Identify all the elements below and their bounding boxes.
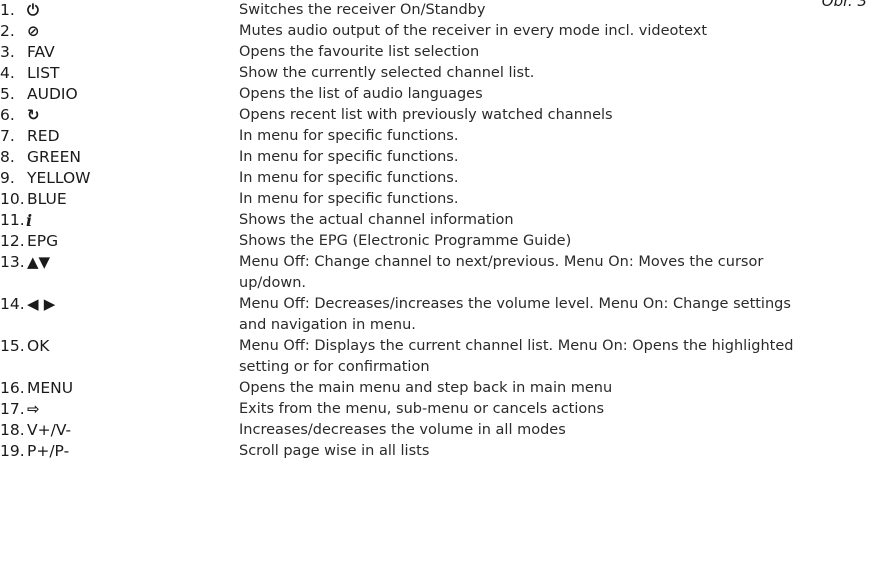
item-number: 4. xyxy=(0,64,15,82)
key-list-item: 9. YELLOW In menu for specific functions. xyxy=(0,168,871,189)
item-number: 10. xyxy=(0,190,25,208)
exit-icon: ⇨ xyxy=(27,400,40,418)
key-description: In menu for specific functions. xyxy=(239,149,459,165)
key-description: Menu Off: Displays the current channel l… xyxy=(239,338,794,375)
key-list-item: 6. ↻ Opens recent list with previously wat… xyxy=(0,105,871,126)
key-label: P+/P- xyxy=(27,442,70,460)
key-description: Show the currently selected channel list… xyxy=(239,65,535,81)
key-description: Opens the favourite list selection xyxy=(239,44,480,60)
item-number: 15. xyxy=(0,337,25,355)
key-label: EPG xyxy=(27,232,59,250)
key-label: MENU xyxy=(27,379,74,397)
key-description: Scroll page wise in all lists xyxy=(239,443,430,459)
key-description: Mutes audio output of the receiver in ev… xyxy=(239,23,708,39)
recall-icon: ↻ xyxy=(27,106,40,124)
key-description: Opens the main menu and step back in mai… xyxy=(239,380,613,396)
key-list-item: 3. FAV Opens the favourite list selection xyxy=(0,42,871,63)
key-description: Menu Off: Decreases/increases the volume… xyxy=(239,296,791,333)
mute-icon: ⊘ xyxy=(27,22,40,40)
key-label: RED xyxy=(27,127,60,145)
key-list-item: 16. MENU Opens the main menu and step back… xyxy=(0,378,871,399)
item-number: 13. xyxy=(0,253,25,271)
key-label: BLUE xyxy=(27,190,67,208)
remote-key-list: 1. ⏻ Switches the receiver On/Standby 2. ⊘ Mu… xyxy=(0,0,871,462)
key-list-item: 10. BLUE In menu for specific functions. xyxy=(0,189,871,210)
item-number: 3. xyxy=(0,43,15,61)
key-label: YELLOW xyxy=(27,169,91,187)
item-number: 11. xyxy=(0,211,25,229)
key-list-item: 7. RED In menu for specific functions. xyxy=(0,126,871,147)
key-list-item: 4. LIST Show the currently selected channe… xyxy=(0,63,871,84)
key-list-item: 19. P+/P- Scroll page wise in all lists xyxy=(0,441,871,462)
key-list-item: 12. EPG Shows the EPG (Electronic Programm… xyxy=(0,231,871,252)
key-list-item: 18. V+/V- Increases/decreases the volume i… xyxy=(0,420,871,441)
key-description: Menu Off: Change channel to next/previou… xyxy=(239,254,764,291)
item-number: 5. xyxy=(0,85,15,103)
item-number: 17. xyxy=(0,400,25,418)
key-description: Shows the EPG (Electronic Programme Guid… xyxy=(239,233,572,249)
key-description: Exits from the menu, sub-menu or cancels… xyxy=(239,401,604,417)
item-number: 1. xyxy=(0,1,15,19)
left-right-arrows-icon: ◀ ▶ xyxy=(27,295,56,313)
up-down-arrows-icon: ▲▼ xyxy=(27,253,51,271)
item-number: 2. xyxy=(0,22,15,40)
key-list-item: 1. ⏻ Switches the receiver On/Standby xyxy=(0,0,871,21)
key-list-item: 14. ◀ ▶ Menu Off: Decreases/increases the … xyxy=(0,294,871,336)
item-number: 19. xyxy=(0,442,25,460)
key-list-item: 8. GREEN In menu for specific functions. xyxy=(0,147,871,168)
key-description: Increases/decreases the volume in all mo… xyxy=(239,422,566,438)
key-label: LIST xyxy=(27,64,60,82)
item-number: 12. xyxy=(0,232,25,250)
item-number: 9. xyxy=(0,169,15,187)
key-list-item: 13. ▲▼ Menu Off: Change channel to next/pr… xyxy=(0,252,871,294)
power-icon: ⏻ xyxy=(27,1,39,19)
key-description: Opens the list of audio languages xyxy=(239,86,483,102)
key-description: Shows the actual channel information xyxy=(239,212,514,228)
key-label: OK xyxy=(27,337,50,355)
item-number: 6. xyxy=(0,106,15,124)
item-number: 14. xyxy=(0,295,25,313)
key-description: In menu for specific functions. xyxy=(239,170,459,186)
key-list-item: 2. ⊘ Mutes audio output of the receiver in… xyxy=(0,21,871,42)
item-number: 8. xyxy=(0,148,15,166)
key-label: AUDIO xyxy=(27,85,78,103)
info-icon: i xyxy=(26,211,33,230)
key-description: In menu for specific functions. xyxy=(239,128,459,144)
key-label: V+/V- xyxy=(27,421,72,439)
key-description: Switches the receiver On/Standby xyxy=(239,2,486,18)
key-description: In menu for specific functions. xyxy=(239,191,459,207)
key-description: Opens recent list with previously watche… xyxy=(239,107,613,123)
key-label: FAV xyxy=(27,43,55,61)
key-list-item: 17. ⇨ Exits from the menu, sub-menu or can… xyxy=(0,399,871,420)
key-list-item: 15. OK Menu Off: Displays the current chan… xyxy=(0,336,871,378)
key-list-item: 11. i Shows the actual channel information xyxy=(0,210,871,231)
item-number: 18. xyxy=(0,421,25,439)
key-list-item: 5. AUDIO Opens the list of audio languages xyxy=(0,84,871,105)
key-label: GREEN xyxy=(27,148,81,166)
item-number: 16. xyxy=(0,379,25,397)
item-number: 7. xyxy=(0,127,15,145)
